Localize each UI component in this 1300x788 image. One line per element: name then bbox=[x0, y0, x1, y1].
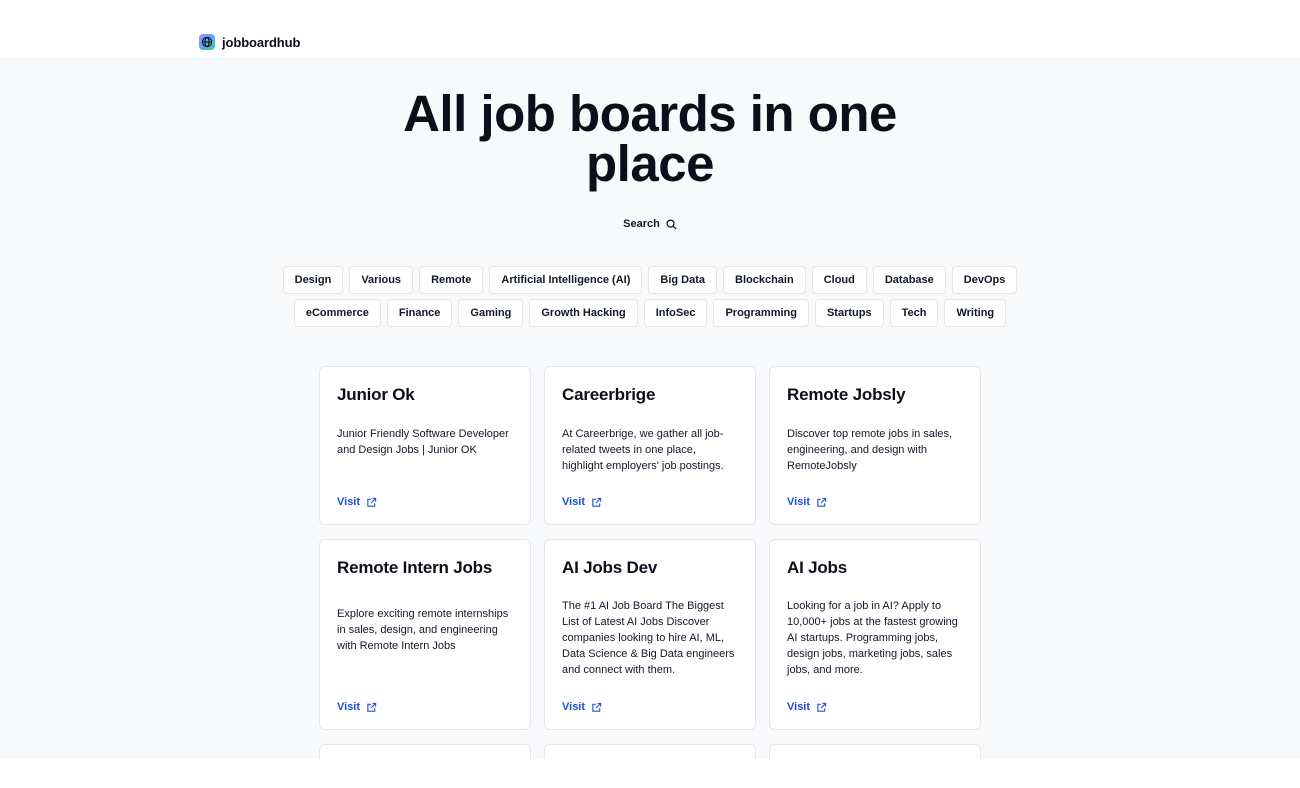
category-tag-ecommerce[interactable]: eCommerce bbox=[293, 299, 381, 327]
visit-label: Visit bbox=[562, 701, 586, 713]
external-link-icon bbox=[817, 702, 827, 712]
category-tag-cloud[interactable]: Cloud bbox=[811, 266, 867, 294]
category-tag-writing[interactable]: Writing bbox=[944, 299, 1007, 327]
card-description: Discover top remote jobs in sales, engin… bbox=[787, 428, 953, 472]
category-tag-devops[interactable]: DevOps bbox=[951, 266, 1018, 294]
category-tag-ai[interactable]: Artificial Intelligence (AI) bbox=[489, 266, 643, 294]
job-board-card: AI Jobs Dev The #1 AI Job Board The Bigg… bbox=[544, 539, 756, 730]
category-tag-remote[interactable]: Remote bbox=[419, 266, 484, 294]
job-board-card: AI Jobs Looking for a job in AI? Apply t… bbox=[769, 539, 981, 730]
top-navigation-bar: jobboardhub bbox=[0, 0, 1300, 57]
category-tag-big-data[interactable]: Big Data bbox=[648, 266, 717, 294]
visit-link[interactable]: Visit bbox=[787, 701, 827, 713]
external-link-icon bbox=[592, 702, 602, 712]
visit-link[interactable]: Visit bbox=[337, 701, 377, 713]
job-board-card bbox=[769, 744, 981, 759]
search-label: Search bbox=[623, 218, 660, 230]
external-link-icon bbox=[817, 497, 827, 507]
category-tag-startups[interactable]: Startups bbox=[814, 299, 884, 327]
job-board-grid: Junior Ok Junior Friendly Software Devel… bbox=[319, 366, 981, 759]
category-row-1: Design Various Remote Artificial Intelli… bbox=[0, 266, 1300, 294]
hero-title-line2: place bbox=[586, 135, 714, 192]
category-tag-blockchain[interactable]: Blockchain bbox=[723, 266, 806, 294]
job-board-card bbox=[544, 744, 756, 759]
external-link-icon bbox=[592, 497, 602, 507]
category-tag-tech[interactable]: Tech bbox=[889, 299, 939, 327]
job-board-card: Junior Ok Junior Friendly Software Devel… bbox=[319, 366, 531, 525]
visit-label: Visit bbox=[562, 496, 586, 508]
card-title: Junior Ok bbox=[337, 385, 415, 404]
card-description: Junior Friendly Software Developer and D… bbox=[337, 428, 509, 456]
category-tag-various[interactable]: Various bbox=[349, 266, 414, 294]
visit-label: Visit bbox=[787, 701, 811, 713]
globe-icon bbox=[199, 34, 215, 50]
job-board-card: Careerbrige At Careerbrige, we gather al… bbox=[544, 366, 756, 525]
category-filter-list: Design Various Remote Artificial Intelli… bbox=[0, 266, 1300, 332]
external-link-icon bbox=[367, 702, 377, 712]
card-title: Remote Jobsly bbox=[787, 385, 906, 404]
card-title: AI Jobs Dev bbox=[562, 558, 658, 577]
card-description: Explore exciting remote internships in s… bbox=[337, 608, 509, 652]
brand-name: jobboardhub bbox=[222, 34, 301, 50]
external-link-icon bbox=[367, 497, 377, 507]
search-icon bbox=[666, 218, 677, 230]
job-board-card: Remote Intern Jobs Explore exciting remo… bbox=[319, 539, 531, 730]
page-bottom-edge bbox=[0, 759, 1300, 788]
card-description: Looking for a job in AI? Apply to 10,000… bbox=[787, 600, 958, 676]
card-title: AI Jobs bbox=[787, 558, 848, 577]
main-content: All job boards in one place Search Desig… bbox=[0, 57, 1300, 759]
visit-label: Visit bbox=[337, 701, 361, 713]
job-board-card: Remote Jobsly Discover top remote jobs i… bbox=[769, 366, 981, 525]
visit-link[interactable]: Visit bbox=[562, 496, 602, 508]
hero-title-line1: All job boards in one bbox=[403, 85, 897, 142]
job-board-card bbox=[319, 744, 531, 759]
card-title: Careerbrige bbox=[562, 385, 656, 404]
card-description: At Careerbrige, we gather all job-relate… bbox=[562, 428, 724, 472]
visit-link[interactable]: Visit bbox=[562, 701, 602, 713]
category-tag-gaming[interactable]: Gaming bbox=[458, 299, 524, 327]
card-title: Remote Intern Jobs bbox=[337, 558, 493, 577]
visit-link[interactable]: Visit bbox=[787, 496, 827, 508]
category-tag-design[interactable]: Design bbox=[282, 266, 344, 294]
category-tag-infosec[interactable]: InfoSec bbox=[643, 299, 708, 327]
card-description: The #1 AI Job Board The Biggest List of … bbox=[562, 600, 735, 676]
category-tag-finance[interactable]: Finance bbox=[386, 299, 453, 327]
category-tag-database[interactable]: Database bbox=[872, 266, 946, 294]
category-tag-programming[interactable]: Programming bbox=[713, 299, 809, 327]
category-tag-growth-hacking[interactable]: Growth Hacking bbox=[529, 299, 638, 327]
category-row-2: eCommerce Finance Gaming Growth Hacking … bbox=[0, 299, 1300, 327]
brand-home-link[interactable]: jobboardhub bbox=[199, 34, 300, 50]
visit-link[interactable]: Visit bbox=[337, 496, 377, 508]
visit-label: Visit bbox=[337, 496, 361, 508]
search-button[interactable]: Search bbox=[616, 213, 684, 235]
hero-title: All job boards in one place bbox=[0, 88, 1300, 192]
visit-label: Visit bbox=[787, 496, 811, 508]
